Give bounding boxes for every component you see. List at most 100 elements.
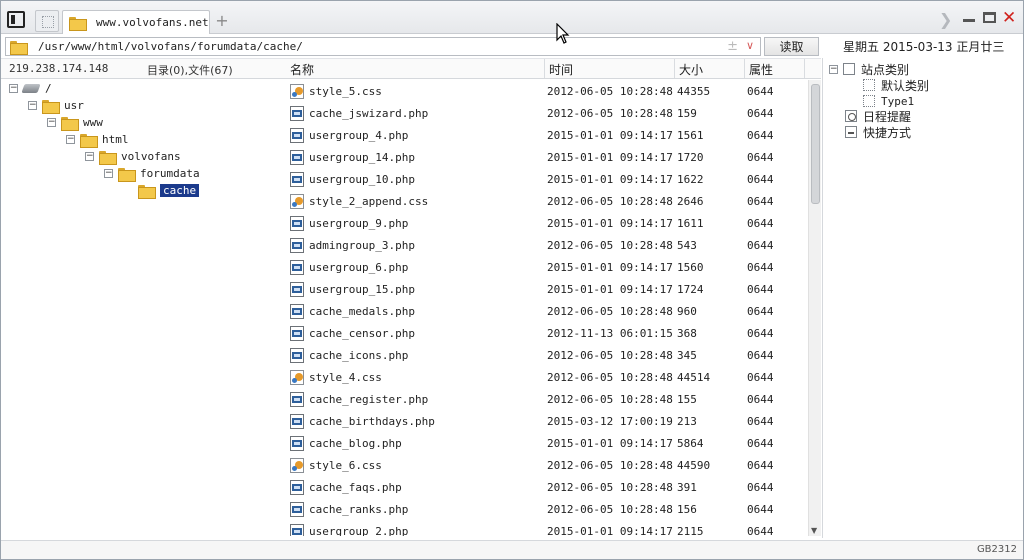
file-attr: 0644 xyxy=(747,349,774,362)
panel-node-site-category[interactable]: − 站点类别 xyxy=(829,61,909,77)
column-divider[interactable] xyxy=(744,59,745,78)
file-row[interactable]: style_5.css 2012-06-05 10:28:48 44355 0644 xyxy=(285,80,807,102)
file-attr: 0644 xyxy=(747,283,774,296)
tab-volvofans[interactable]: www.volvofans.net xyxy=(62,10,210,34)
column-header-time[interactable]: 时间 xyxy=(549,61,573,78)
file-row[interactable]: cache_faqs.php 2012-06-05 10:28:48 391 0644 xyxy=(285,476,807,498)
column-header-attr[interactable]: 属性 xyxy=(749,61,773,78)
file-name: usergroup_14.php xyxy=(309,151,415,164)
column-header-size[interactable]: 大小 xyxy=(679,61,703,78)
php-file-icon xyxy=(290,480,304,495)
chevron-down-icon[interactable]: ∨ xyxy=(746,39,754,52)
file-row[interactable]: usergroup_14.php 2015-01-01 09:14:17 1720 0… xyxy=(285,146,807,168)
minimize-button[interactable] xyxy=(963,19,975,22)
tree-node-cache[interactable]: cache xyxy=(138,182,200,199)
tree-node-usr[interactable]: − usr xyxy=(28,97,84,114)
column-divider[interactable] xyxy=(804,59,805,78)
file-row[interactable]: cache_birthdays.php 2015-03-12 17:00:19 21… xyxy=(285,410,807,432)
file-time: 2015-01-01 09:14:17 xyxy=(547,217,673,230)
collapse-icon[interactable]: − xyxy=(85,152,94,161)
scrollbar-thumb[interactable] xyxy=(811,84,820,204)
file-row[interactable]: cache_register.php 2012-06-05 10:28:48 155… xyxy=(285,388,807,410)
panel-node-default-category[interactable]: 默认类别 xyxy=(863,77,929,93)
tree-node-forumdata[interactable]: − forumdata xyxy=(104,165,200,182)
file-row[interactable]: usergroup_9.php 2015-01-01 09:14:17 1611 06… xyxy=(285,212,807,234)
collapse-icon[interactable]: − xyxy=(829,64,838,74)
php-file-icon xyxy=(290,172,304,187)
vertical-scrollbar[interactable]: ▼ xyxy=(808,80,821,536)
folder-icon xyxy=(99,150,117,165)
read-button[interactable]: 读取 xyxy=(764,37,819,56)
collapse-icon[interactable]: − xyxy=(28,101,37,110)
file-row[interactable]: cache_icons.php 2012-06-05 10:28:48 345 064… xyxy=(285,344,807,366)
file-attr: 0644 xyxy=(747,107,774,120)
file-row[interactable]: cache_blog.php 2015-01-01 09:14:17 5864 064… xyxy=(285,432,807,454)
file-size: 368 xyxy=(677,327,697,340)
file-row[interactable]: usergroup_2.php 2015-01-01 09:14:17 2115 06… xyxy=(285,520,807,536)
file-name: cache_medals.php xyxy=(309,305,415,318)
file-row[interactable]: usergroup_10.php 2015-01-01 09:14:17 1622 0… xyxy=(285,168,807,190)
file-row[interactable]: style_2_append.css 2012-06-05 10:28:48 264… xyxy=(285,190,807,212)
tab-label: www.volvofans.net xyxy=(96,16,209,29)
scroll-down-icon[interactable]: ▼ xyxy=(811,526,817,535)
file-attr: 0644 xyxy=(747,459,774,472)
css-file-icon xyxy=(290,84,304,99)
tree-node-www[interactable]: − www xyxy=(47,114,103,131)
panel-node-shortcut[interactable]: 快捷方式 xyxy=(845,124,911,140)
panel-node-label: 站点类别 xyxy=(861,62,910,77)
address-path: /usr/www/html/volvofans/forumdata/cache/ xyxy=(38,40,303,53)
status-bar: GB2312 xyxy=(1,540,1023,559)
file-attr: 0644 xyxy=(747,195,774,208)
file-attr: 0644 xyxy=(747,239,774,252)
column-divider[interactable] xyxy=(544,59,545,78)
file-row[interactable]: style_4.css 2012-06-05 10:28:48 44514 0644 xyxy=(285,366,807,388)
file-row[interactable]: admingroup_3.php 2012-06-05 10:28:48 543 06… xyxy=(285,234,807,256)
file-size: 960 xyxy=(677,305,697,318)
column-header-name[interactable]: 名称 xyxy=(290,61,314,78)
file-size: 1622 xyxy=(677,173,704,186)
file-time: 2012-06-05 10:28:48 xyxy=(547,481,673,494)
php-file-icon xyxy=(290,150,304,165)
new-tab-button[interactable]: + xyxy=(214,12,230,30)
file-attr: 0644 xyxy=(747,305,774,318)
tree-node-root[interactable]: − / xyxy=(9,80,52,97)
plus-minus-icon[interactable]: ± xyxy=(727,39,738,54)
css-file-icon xyxy=(290,370,304,385)
file-row[interactable]: usergroup_6.php 2015-01-01 09:14:17 1560 06… xyxy=(285,256,807,278)
collapse-icon[interactable]: − xyxy=(47,118,56,127)
collapse-icon[interactable]: − xyxy=(104,169,113,178)
panel-node-schedule[interactable]: 日程提醒 xyxy=(845,108,911,124)
address-input[interactable]: /usr/www/html/volvofans/forumdata/cache/… xyxy=(5,37,761,56)
file-size: 213 xyxy=(677,415,697,428)
file-row[interactable]: usergroup_15.php 2015-01-01 09:14:17 1724 0… xyxy=(285,278,807,300)
file-time: 2012-06-05 10:28:48 xyxy=(547,107,673,120)
category-icon xyxy=(843,63,855,75)
file-row[interactable]: cache_censor.php 2012-11-13 06:01:15 368 06… xyxy=(285,322,807,344)
file-attr: 0644 xyxy=(747,525,774,536)
file-name: usergroup_2.php xyxy=(309,525,409,536)
file-row[interactable]: usergroup_4.php 2015-01-01 09:14:17 1561 06… xyxy=(285,124,807,146)
maximize-button[interactable] xyxy=(983,12,996,23)
file-row[interactable]: cache_jswizard.php 2012-06-05 10:28:48 159… xyxy=(285,102,807,124)
tree-node-html[interactable]: − html xyxy=(66,131,129,148)
forward-arrow-icon[interactable]: ❯ xyxy=(939,10,952,29)
file-size: 391 xyxy=(677,481,697,494)
tree-node-label: forumdata xyxy=(140,167,200,180)
file-name: usergroup_4.php xyxy=(309,129,409,142)
column-divider[interactable] xyxy=(674,59,675,78)
close-button[interactable]: ✕ xyxy=(1002,8,1016,28)
collapse-icon[interactable]: − xyxy=(66,135,75,144)
drive-icon xyxy=(21,84,41,93)
info-row: 219.238.174.148 目录(0),文件(67) 名称 时间 大小 属性 xyxy=(1,58,821,79)
collapse-icon[interactable]: − xyxy=(9,84,18,93)
file-row[interactable]: cache_ranks.php 2012-06-05 10:28:48 156 064… xyxy=(285,498,807,520)
file-size: 2115 xyxy=(677,525,704,536)
blank-tab-icon[interactable] xyxy=(35,10,59,32)
sidebar-toggle-icon[interactable] xyxy=(7,11,25,28)
folder-icon xyxy=(42,99,60,114)
file-row[interactable]: cache_medals.php 2012-06-05 10:28:48 960 06… xyxy=(285,300,807,322)
tree-node-volvofans[interactable]: − volvofans xyxy=(85,148,181,165)
css-file-icon xyxy=(290,194,304,209)
file-row[interactable]: style_6.css 2012-06-05 10:28:48 44590 0644 xyxy=(285,454,807,476)
calendar-icon xyxy=(845,110,857,122)
